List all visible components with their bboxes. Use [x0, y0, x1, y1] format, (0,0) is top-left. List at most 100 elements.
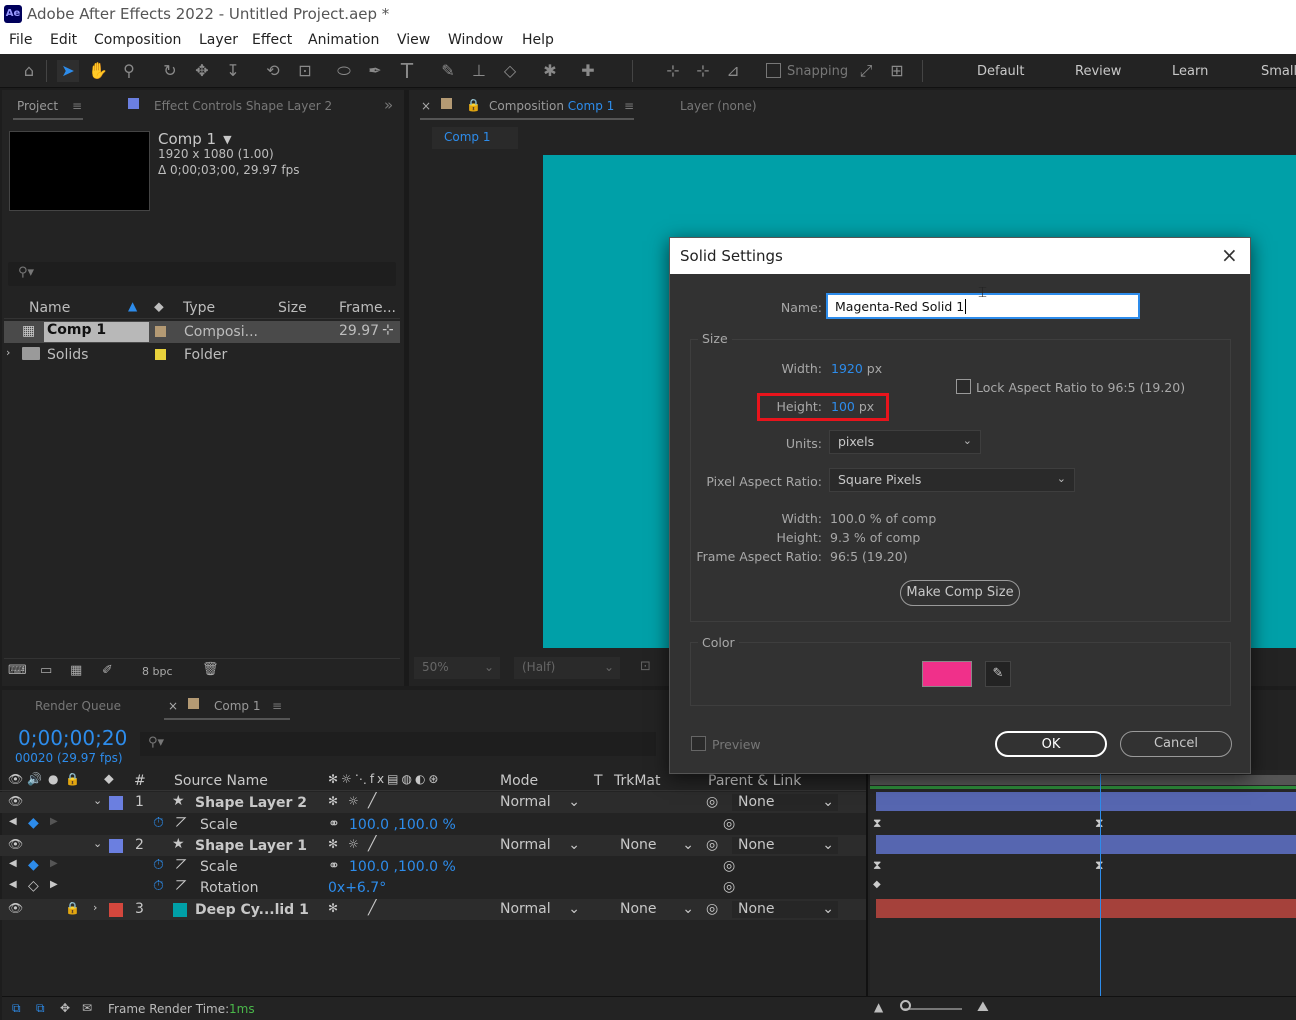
tab-composition[interactable]: Composition Comp 1: [489, 99, 614, 113]
menu-effect[interactable]: Effect: [252, 32, 292, 48]
layer-name[interactable]: Shape Layer 2: [195, 795, 307, 811]
label-color-swatch[interactable]: [155, 326, 166, 337]
parent-dropdown[interactable]: None ⌄: [732, 837, 838, 854]
blend-mode-dropdown[interactable]: Normal ⌄: [500, 837, 582, 854]
view-axis-icon[interactable]: ⊿: [722, 60, 744, 82]
prev-keyframe-icon[interactable]: ◀: [9, 816, 17, 827]
dolly-camera-icon[interactable]: ↧: [222, 60, 244, 82]
expression-icon[interactable]: ◎: [723, 858, 735, 874]
property-row[interactable]: ◀ ◆ ▶ ⏱ ⦢ Scale ⚭ 100.0 ,100.0 % ◎: [0, 856, 866, 877]
pan-camera-icon[interactable]: ✥: [191, 60, 213, 82]
property-row[interactable]: ◀ ◇ ▶ ⏱ ⦢ Rotation 0x+6.7° ◎: [0, 877, 866, 898]
pixel-aspect-ratio-dropdown[interactable]: Square Pixels ⌄: [829, 468, 1075, 492]
eyedropper-icon[interactable]: ✎: [985, 661, 1011, 687]
label-color-swatch[interactable]: [155, 349, 166, 360]
expression-icon[interactable]: ◎: [723, 816, 735, 832]
zoom-dropdown[interactable]: 50% ⌄: [414, 657, 500, 679]
menu-window[interactable]: Window: [448, 32, 503, 48]
stopwatch-icon[interactable]: ⏱: [153, 815, 164, 831]
new-folder-icon[interactable]: ▭: [40, 663, 52, 678]
cancel-button[interactable]: Cancel: [1120, 731, 1232, 757]
layer-row-2[interactable]: 👁 ⌄ 2 ★ Shape Layer 1 ✻ ☼ ╱ Normal ⌄ None…: [0, 835, 866, 856]
keyframe-icon[interactable]: ⧗: [873, 858, 881, 873]
eye-icon[interactable]: 👁: [8, 837, 23, 851]
track-matte-dropdown[interactable]: None ⌄: [614, 837, 696, 854]
width-field[interactable]: 1920 px: [831, 361, 882, 376]
brush-tool-icon[interactable]: ✎: [437, 60, 459, 82]
layer-bar-2[interactable]: [876, 835, 1296, 854]
menu-edit[interactable]: Edit: [50, 32, 77, 48]
rotation-tool-icon[interactable]: ⟲: [262, 60, 284, 82]
workspace-small[interactable]: Small: [1261, 64, 1296, 79]
col-size[interactable]: Size: [278, 300, 307, 316]
layer-row-1[interactable]: 👁 ⌄ 1 ★ Shape Layer 2 ✻ ☼ ╱ Normal ⌄ ◎ No…: [0, 792, 866, 813]
hand-tool-icon[interactable]: ✋: [87, 60, 109, 82]
close-tab-icon[interactable]: ×: [168, 699, 178, 713]
fast-previews-icon[interactable]: ⊡: [640, 659, 651, 674]
eye-icon[interactable]: 👁: [8, 794, 23, 808]
eraser-tool-icon[interactable]: ◇: [499, 60, 521, 82]
close-icon[interactable]: ×: [1221, 243, 1238, 267]
tab-effect-controls[interactable]: Effect Controls Shape Layer 2: [154, 99, 332, 113]
expand-arrow-icon[interactable]: ⌄: [93, 837, 102, 850]
playhead[interactable]: [1100, 770, 1101, 996]
col-type[interactable]: Type: [183, 300, 215, 316]
quality-switch-icon[interactable]: ╱: [368, 793, 376, 809]
pick-whip-icon[interactable]: ◎: [706, 837, 718, 853]
expression-icon[interactable]: ◎: [723, 879, 735, 895]
tab-comp1[interactable]: Comp 1: [214, 699, 260, 713]
solid-color-swatch[interactable]: [922, 661, 972, 687]
pick-whip-icon[interactable]: ◎: [706, 794, 718, 810]
item-name[interactable]: Comp 1: [44, 322, 149, 342]
pan-behind-tool-icon[interactable]: ⊡: [294, 60, 316, 82]
prev-keyframe-icon[interactable]: ◀: [9, 858, 17, 869]
current-timecode[interactable]: 0;00;00;20: [18, 726, 127, 750]
menu-composition[interactable]: Composition: [94, 32, 181, 48]
lock-icon[interactable]: 🔒: [466, 98, 481, 112]
zoom-slider-knob[interactable]: [900, 1000, 911, 1011]
label-tag-icon[interactable]: ⬥: [154, 299, 164, 315]
track-matte-dropdown[interactable]: None ⌄: [614, 901, 696, 918]
workspace-default[interactable]: Default: [977, 64, 1025, 79]
next-keyframe-icon[interactable]: ▶: [50, 858, 58, 869]
property-row[interactable]: ◀ ◆ ▶ ⏱ ⦢ Scale ⚭ 100.0 ,100.0 % ◎: [0, 814, 866, 835]
comment-icon[interactable]: ✉: [82, 1001, 92, 1015]
world-axis-icon[interactable]: ⊹: [692, 60, 714, 82]
col-frame-rate[interactable]: Frame...: [339, 300, 396, 316]
menu-help[interactable]: Help: [522, 32, 554, 48]
shy-switch-icon[interactable]: ✻: [328, 794, 338, 808]
preview-checkbox[interactable]: [691, 736, 706, 751]
layer-bar-1[interactable]: [876, 792, 1296, 811]
roto-brush-tool-icon[interactable]: ✱: [539, 60, 561, 82]
snap-features-icon[interactable]: ⊞: [886, 60, 908, 82]
collapse-switch-icon[interactable]: ☼: [348, 837, 359, 851]
lock-icon[interactable]: 🔒: [65, 901, 80, 915]
parent-dropdown[interactable]: None ⌄: [732, 794, 838, 811]
project-item-solids[interactable]: › Solids Folder: [4, 344, 400, 366]
work-area-bar[interactable]: [870, 775, 1296, 785]
graph-icon[interactable]: ⦢: [176, 857, 187, 873]
shy-switch-icon[interactable]: ✻: [328, 901, 338, 915]
render-time-toggle-icon[interactable]: ⧉: [12, 1001, 21, 1016]
layer-bar-3[interactable]: [876, 899, 1296, 918]
layer-label-color[interactable]: [109, 839, 123, 853]
workspace-learn[interactable]: Learn: [1172, 64, 1208, 79]
tab-render-queue[interactable]: Render Queue: [35, 699, 121, 713]
col-name[interactable]: Name: [29, 300, 70, 316]
comp-subtab[interactable]: Comp 1: [432, 127, 518, 149]
link-icon[interactable]: ⚭: [328, 816, 340, 832]
zoom-out-icon[interactable]: ▲: [874, 1000, 883, 1014]
expand-arrow-icon[interactable]: ⌄: [93, 794, 102, 807]
parent-dropdown[interactable]: None ⌄: [732, 901, 838, 918]
property-value[interactable]: 100.0 ,100.0 %: [349, 859, 456, 875]
layer-name[interactable]: Deep Cy...lid 1: [195, 902, 309, 918]
item-name[interactable]: Solids: [47, 347, 88, 363]
project-item-comp1[interactable]: ▦ Comp 1 Composi... 29.97 ⊹: [4, 321, 400, 343]
keyframe-diamond-icon[interactable]: ◇: [28, 878, 39, 894]
selected-item-name[interactable]: Comp 1 ▼: [158, 130, 232, 148]
tab-layer[interactable]: Layer (none): [680, 99, 757, 113]
chevron-down-icon[interactable]: ▼: [223, 133, 231, 146]
bit-depth-button[interactable]: 8 bpc: [142, 665, 173, 678]
layer-name[interactable]: Shape Layer 1: [195, 838, 307, 854]
layer-label-color[interactable]: [109, 796, 123, 810]
